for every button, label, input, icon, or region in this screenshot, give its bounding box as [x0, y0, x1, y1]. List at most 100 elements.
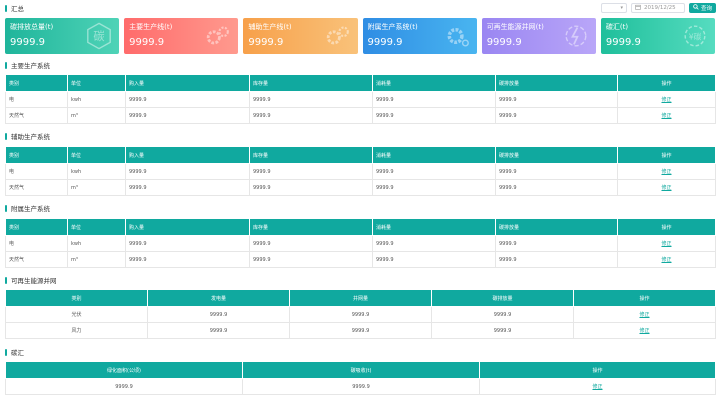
table-header-row: 类别 发电量 并网量 碳排放量 操作	[5, 289, 716, 307]
cell-emission: 9999.9	[495, 179, 618, 196]
correct-link[interactable]: 修正	[592, 384, 602, 390]
cell-category: 风力	[5, 322, 148, 339]
cell-consumption: 9999.9	[372, 235, 496, 252]
cell-action: 修正	[617, 107, 716, 124]
cell-generation: 9999.9	[147, 306, 290, 323]
cell-action: 修正	[573, 322, 716, 339]
cell-consumption: 9999.9	[372, 91, 496, 108]
section-marker	[5, 4, 7, 12]
col-consumption: 消耗量	[372, 74, 496, 92]
cell-emission: 9999.9	[431, 306, 574, 323]
renewable-table: 类别 发电量 并网量 碳排放量 操作 光伏 9999.9 9999.9 9999…	[5, 289, 716, 339]
section-marker	[5, 204, 7, 212]
cell-category: 天然气	[5, 179, 68, 196]
chevron-down-icon: ▾	[620, 4, 623, 11]
correct-link[interactable]: 修正	[661, 97, 671, 103]
cell-emission: 9999.9	[495, 163, 618, 180]
correct-link[interactable]: 修正	[661, 185, 671, 191]
col-unit: 单位	[67, 74, 126, 92]
card-main-line: 主要生产线(t) 9999.9	[124, 18, 239, 54]
section-marker	[5, 348, 7, 356]
cell-consumption: 9999.9	[372, 107, 496, 124]
section-renewable: 可再生能源并网	[5, 275, 57, 285]
cell-consumption: 9999.9	[372, 179, 496, 196]
cell-action: 修正	[573, 306, 716, 323]
section-title: 辅助生产系统	[11, 133, 50, 141]
cell-stock: 9999.9	[249, 179, 373, 196]
gear-icon	[324, 22, 352, 50]
cell-stock: 9999.9	[249, 251, 373, 268]
gear-icon	[204, 22, 232, 50]
correct-link[interactable]: 修正	[661, 113, 671, 119]
summary-cards: 碳排放总量(t) 9999.9 碳 主要生产线(t) 9999.9 辅助生产线(…	[5, 18, 716, 54]
section-aux: 辅助生产系统	[5, 131, 50, 141]
table-row: 电 kwh 9999.9 9999.9 9999.9 9999.9 修正	[5, 163, 716, 180]
col-action: 操作	[617, 74, 716, 92]
search-icon	[693, 3, 699, 12]
cell-green-area: 9999.9	[5, 378, 243, 395]
table-row: 9999.9 9999.9 修正	[5, 378, 716, 395]
cell-emission: 9999.9	[495, 107, 618, 124]
carbon-char-icon: 碳	[85, 22, 113, 50]
table-row: 天然气 m³ 9999.9 9999.9 9999.9 9999.9 修正	[5, 107, 716, 124]
cell-category: 电	[5, 235, 68, 252]
sink-table: 绿化面积(公顷) 碳吸收(t) 操作 9999.9 9999.9 修正	[5, 361, 716, 395]
col-emission: 碳排放量	[495, 146, 618, 164]
table-header-row: 绿化面积(公顷) 碳吸收(t) 操作	[5, 361, 716, 379]
table-row: 天然气 m³ 9999.9 9999.9 9999.9 9999.9 修正	[5, 179, 716, 196]
cell-unit: m³	[67, 251, 126, 268]
date-value: 2019/12/25	[643, 4, 676, 11]
cell-unit: m³	[67, 179, 126, 196]
correct-link[interactable]: 修正	[661, 241, 671, 247]
col-consumption: 消耗量	[372, 146, 496, 164]
section-main: 主要生产系统	[5, 60, 50, 70]
cell-purchase: 9999.9	[125, 163, 250, 180]
cell-emission: 9999.9	[495, 235, 618, 252]
col-action: 操作	[573, 289, 716, 307]
correct-link[interactable]: 修正	[661, 169, 671, 175]
card-attached-system: 附属生产系统(t) 9999.9	[362, 18, 477, 54]
col-action: 操作	[617, 146, 716, 164]
cell-grid: 9999.9	[289, 322, 432, 339]
col-action: 操作	[617, 218, 716, 236]
cell-stock: 9999.9	[249, 107, 373, 124]
card-icon-glyph: 碳	[94, 29, 105, 43]
cell-emission: 9999.9	[495, 251, 618, 268]
date-picker[interactable]: 2019/12/25	[630, 2, 685, 13]
col-category: 类别	[5, 289, 148, 307]
col-purchase: 购入量	[125, 74, 250, 92]
col-emission: 碳排放量	[495, 218, 618, 236]
category-select[interactable]: ▾	[600, 2, 627, 13]
col-category: 类别	[5, 74, 68, 92]
col-emission: 碳排放量	[495, 74, 618, 92]
cell-unit: kwh	[67, 235, 126, 252]
cell-purchase: 9999.9	[125, 235, 250, 252]
correct-link[interactable]: 修正	[639, 328, 649, 334]
section-marker	[5, 276, 7, 284]
cell-stock: 9999.9	[249, 91, 373, 108]
cell-stock: 9999.9	[249, 163, 373, 180]
section-marker	[5, 132, 7, 140]
cell-purchase: 9999.9	[125, 179, 250, 196]
gear-icon	[443, 22, 471, 50]
col-category: 类别	[5, 218, 68, 236]
main-system-table: 类别 单位 购入量 库存量 消耗量 碳排放量 操作 电 kwh 9999.9 9…	[5, 74, 716, 124]
correct-link[interactable]: 修正	[639, 312, 649, 318]
cell-purchase: 9999.9	[125, 251, 250, 268]
cell-consumption: 9999.9	[372, 251, 496, 268]
cell-unit: m³	[67, 107, 126, 124]
cell-category: 光伏	[5, 306, 148, 323]
table-row: 电 kwh 9999.9 9999.9 9999.9 9999.9 修正	[5, 91, 716, 108]
col-category: 类别	[5, 146, 68, 164]
cell-purchase: 9999.9	[125, 91, 250, 108]
col-grid: 并网量	[289, 289, 432, 307]
cell-action: 修正	[479, 378, 716, 395]
card-aux-line: 辅助生产线(t) 9999.9	[243, 18, 358, 54]
col-purchase: 购入量	[125, 146, 250, 164]
correct-link[interactable]: 修正	[661, 257, 671, 263]
summary-header: 汇总	[5, 3, 24, 13]
query-button[interactable]: 查询	[688, 2, 716, 13]
col-emission: 碳排放量	[431, 289, 574, 307]
filter-bar: ▾ 2019/12/25 查询	[600, 2, 716, 13]
cell-consumption: 9999.9	[372, 163, 496, 180]
